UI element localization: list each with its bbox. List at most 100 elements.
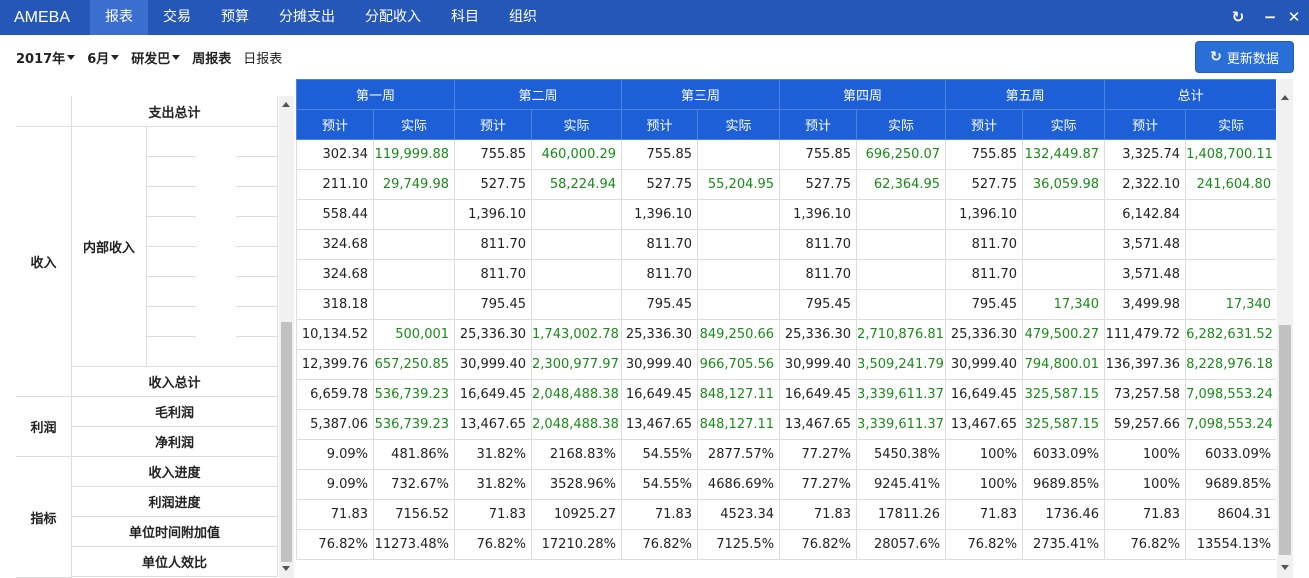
month-dropdown[interactable]: 6月 <box>87 48 119 67</box>
refresh-icon: ↻ <box>1210 49 1222 65</box>
week-header: 第四周 <box>780 80 946 110</box>
table-cell: 657,250.85 <box>374 350 455 380</box>
scroll-thumb[interactable] <box>281 322 292 562</box>
table-scrollbar[interactable] <box>1277 79 1293 578</box>
scroll-up-icon[interactable] <box>282 102 290 107</box>
row-label-expense-total: 支出总计 <box>72 96 278 127</box>
table-cell: 2877.57% <box>698 440 780 470</box>
refresh-data-button[interactable]: ↻ 更新数据 <box>1195 41 1294 73</box>
daily-report-link[interactable]: 日报表 <box>243 48 282 67</box>
nav-item-5[interactable]: 科目 <box>436 0 494 35</box>
table-cell: 132,449.87 <box>1023 140 1105 170</box>
table-cell: 10,134.52 <box>297 320 374 350</box>
table-cell: 755.85 <box>622 140 698 170</box>
table-cell: 3528.96% <box>532 470 622 500</box>
year-dropdown[interactable]: 2017年 <box>16 48 75 67</box>
table-cell <box>374 290 455 320</box>
row-label-profit-progress: 利润进度 <box>72 487 278 517</box>
table-cell: 76.82% <box>946 530 1023 560</box>
scroll-down-icon[interactable] <box>282 566 290 571</box>
redacted-area <box>196 132 236 362</box>
table-cell: 71.83 <box>297 500 374 530</box>
table-cell: 811.70 <box>622 230 698 260</box>
table-row: 211.1029,749.98527.7558,224.94527.7555,2… <box>297 170 1277 200</box>
weekly-report-link[interactable]: 周报表 <box>192 48 231 67</box>
table-cell: 755.85 <box>455 140 532 170</box>
table-cell: 5450.38% <box>857 440 946 470</box>
actual-header: 实际 <box>857 110 946 140</box>
table-cell: 25,336.30 <box>622 320 698 350</box>
table-cell: 31.82% <box>455 440 532 470</box>
nav-item-1[interactable]: 交易 <box>148 0 206 35</box>
actual-header: 实际 <box>1186 110 1276 140</box>
table-cell: 7,098,553.24 <box>1186 380 1276 410</box>
estimate-header: 预计 <box>455 110 532 140</box>
table-cell: 77.27% <box>780 440 857 470</box>
table-cell: 25,336.30 <box>455 320 532 350</box>
nav-item-0[interactable]: 报表 <box>90 0 148 35</box>
table-cell: 17,340 <box>1023 290 1105 320</box>
table-cell: 71.83 <box>455 500 532 530</box>
table-cell: 11273.48% <box>374 530 455 560</box>
table-cell: 62,364.95 <box>857 170 946 200</box>
report-table-panel: 第一周第二周第三周第四周第五周总计 预计实际预计实际预计实际预计实际预计实际预计… <box>296 79 1276 578</box>
table-cell: 325,587.15 <box>1023 410 1105 440</box>
week-header: 总计 <box>1105 80 1276 110</box>
table-cell: 1,396.10 <box>780 200 857 230</box>
table-cell: 9689.85% <box>1186 470 1276 500</box>
table-cell: 3,339,611.37 <box>857 410 946 440</box>
week-header-row: 第一周第二周第三周第四周第五周总计 <box>297 80 1277 110</box>
table-cell: 16,649.45 <box>780 380 857 410</box>
table-cell: 3,339,611.37 <box>857 380 946 410</box>
table-cell: 8604.31 <box>1186 500 1276 530</box>
department-dropdown[interactable]: 研发巴 <box>131 48 180 67</box>
table-cell: 119,999.88 <box>374 140 455 170</box>
left-scrollbar[interactable] <box>279 96 294 578</box>
table-cell: 460,000.29 <box>532 140 622 170</box>
table-cell: 527.75 <box>622 170 698 200</box>
table-cell: 9.09% <box>297 470 374 500</box>
table-cell: 28057.6% <box>857 530 946 560</box>
table-row: 71.837156.5271.8310925.2771.834523.3471.… <box>297 500 1277 530</box>
table-cell: 3,571.48 <box>1105 230 1186 260</box>
table-cell: 795.45 <box>946 290 1023 320</box>
table-cell: 794,800.01 <box>1023 350 1105 380</box>
table-cell: 13,467.65 <box>946 410 1023 440</box>
table-cell: 13,467.65 <box>780 410 857 440</box>
filter-group: 2017年 6月 研发巴 周报表 日报表 <box>16 35 294 79</box>
table-cell <box>1023 200 1105 230</box>
table-cell <box>532 200 622 230</box>
table-cell: 58,224.94 <box>532 170 622 200</box>
table-cell <box>1023 260 1105 290</box>
scroll-up-icon[interactable] <box>1281 95 1289 100</box>
table-cell: 302.34 <box>297 140 374 170</box>
table-cell: 211.10 <box>297 170 374 200</box>
table-cell: 811.70 <box>946 230 1023 260</box>
table-cell: 12,399.76 <box>297 350 374 380</box>
nav-item-2[interactable]: 预算 <box>206 0 264 35</box>
table-cell: 7156.52 <box>374 500 455 530</box>
table-cell: 795.45 <box>455 290 532 320</box>
table-cell <box>1186 230 1276 260</box>
table-cell: 848,127.11 <box>698 380 780 410</box>
scroll-thumb[interactable] <box>1279 325 1291 555</box>
estimate-header: 预计 <box>946 110 1023 140</box>
scroll-down-icon[interactable] <box>1281 565 1289 570</box>
table-row: 9.09%732.67%31.82%3528.96%54.55%4686.69%… <box>297 470 1277 500</box>
table-cell: 811.70 <box>946 260 1023 290</box>
actual-header: 实际 <box>374 110 455 140</box>
table-cell: 1,408,700.11 <box>1186 140 1276 170</box>
minimize-icon[interactable]: − <box>1260 0 1280 35</box>
table-cell: 2,322.10 <box>1105 170 1186 200</box>
refresh-icon[interactable]: ↻ <box>1228 0 1248 35</box>
nav-item-6[interactable]: 组织 <box>494 0 552 35</box>
close-icon[interactable]: ✕ <box>1284 0 1304 35</box>
nav-item-3[interactable]: 分摊支出 <box>264 0 350 35</box>
table-cell: 16,649.45 <box>946 380 1023 410</box>
table-cell: 732.67% <box>374 470 455 500</box>
estimate-header: 预计 <box>1105 110 1186 140</box>
table-cell: 100% <box>946 470 1023 500</box>
nav-item-4[interactable]: 分配收入 <box>350 0 436 35</box>
sub-header-row: 预计实际预计实际预计实际预计实际预计实际预计实际 <box>297 110 1277 140</box>
table-cell: 6033.09% <box>1023 440 1105 470</box>
